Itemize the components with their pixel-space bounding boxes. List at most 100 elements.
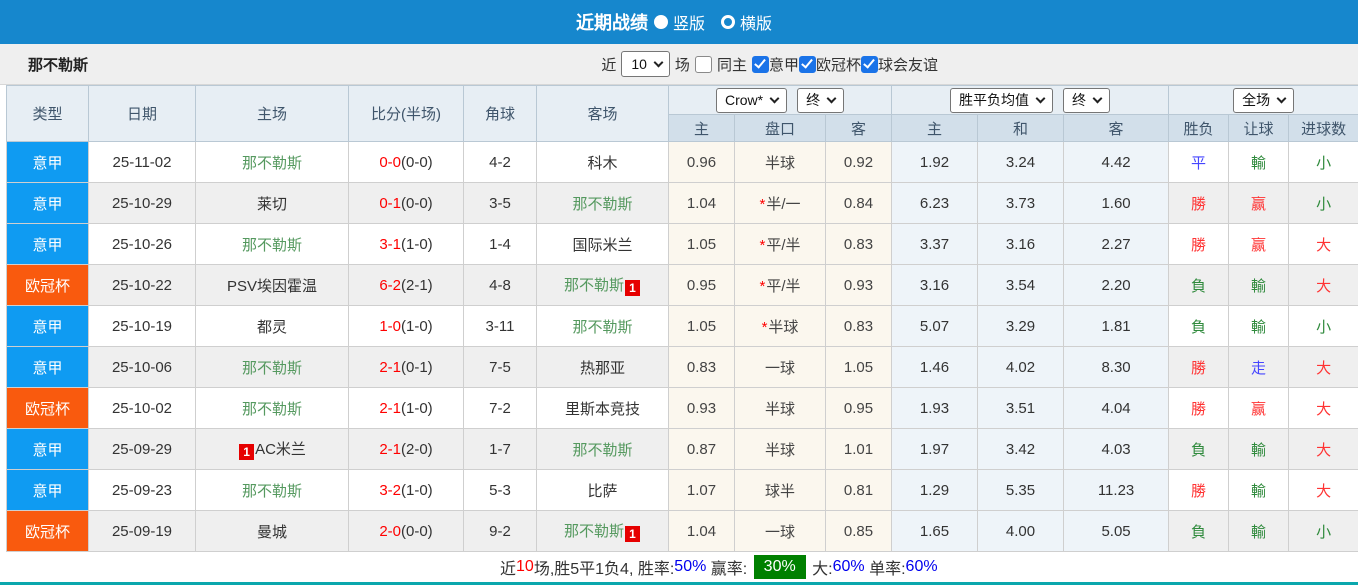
mean-draw-cell: 3.54 — [977, 264, 1065, 306]
scope-select[interactable]: 全场 — [1233, 87, 1295, 113]
odds-away-cell: 0.85 — [824, 510, 893, 552]
odds-away-cell: 1.05 — [824, 346, 893, 388]
home-team-cell[interactable]: 那不勒斯 — [195, 387, 349, 429]
away-team-cell[interactable]: 比萨 — [536, 469, 669, 511]
mean-group-header: 胜平负均值 终 — [891, 85, 1170, 115]
league-type-badge: 意甲 — [6, 182, 89, 224]
summary-segment: 赢率: — [706, 561, 752, 578]
away-team-cell[interactable]: 国际米兰 — [536, 223, 669, 265]
home-team-cell[interactable]: 1 AC米兰 — [195, 428, 349, 470]
home-team-cell[interactable]: 曼城 — [195, 510, 349, 552]
goals-result-cell: 大 — [1288, 346, 1358, 388]
league-type-badge: 意甲 — [6, 223, 89, 265]
handicap-cell: *平/半 — [734, 223, 826, 265]
date-cell: 25-10-06 — [88, 346, 196, 388]
radio-vertical-label[interactable]: 竖版 — [673, 10, 705, 34]
outcome-cell: 勝 — [1168, 387, 1230, 429]
mean-draw-cell: 4.02 — [977, 346, 1065, 388]
summary-text: 近 10 场,胜5平1负4, 胜率: 50% 赢率: 30% 大: 60% 单率: 60% — [500, 555, 938, 579]
mean-draw-cell: 3.42 — [977, 428, 1065, 470]
date-cell: 25-10-29 — [88, 182, 196, 224]
filter-controls: 近 10 场 同主 意甲 欧冠杯 球会友谊 — [601, 51, 938, 77]
mean-time-select[interactable]: 终 — [1063, 87, 1111, 113]
league-checkbox[interactable] — [751, 55, 769, 73]
chevron-down-icon — [1035, 93, 1046, 103]
home-team-cell[interactable]: PSV埃因霍温 — [195, 264, 349, 306]
odds-away-cell: 0.83 — [824, 305, 893, 347]
league-type-badge: 欧冠杯 — [6, 510, 89, 552]
mean-home-cell: 1.97 — [891, 428, 979, 470]
mean-away-cell: 8.30 — [1063, 346, 1170, 388]
goals-result-cell: 小 — [1288, 305, 1358, 347]
radio-horizontal-label[interactable]: 横版 — [740, 10, 772, 34]
outcome-cell: 勝 — [1168, 223, 1230, 265]
summary-segment: 大: — [807, 561, 833, 578]
handicap-cell: 半球 — [734, 141, 826, 183]
odds-company-select[interactable]: Crow* — [715, 87, 788, 113]
away-team-cell[interactable]: 热那亚 — [536, 346, 669, 388]
handicap-cell: *半球 — [734, 305, 826, 347]
mean-draw-cell: 3.16 — [977, 223, 1065, 265]
chevron-down-icon — [1276, 93, 1287, 103]
corner-cell: 7-5 — [463, 346, 537, 388]
outcome-cell: 勝 — [1168, 346, 1230, 388]
filter-bar: 那不勒斯 近 10 场 同主 意甲 欧冠杯 球会友谊 — [0, 44, 1358, 85]
goals-result-cell: 小 — [1288, 510, 1358, 552]
radio-vertical-layout[interactable] — [653, 15, 668, 29]
home-team-cell[interactable]: 那不勒斯 — [195, 141, 349, 183]
match-row: 意甲 25-09-29 1 AC米兰 2-1(2-0) 1-7 那不勒斯 0.87 半球 1.01… — [6, 428, 1358, 470]
results-table: 类型 日期 主场 比分(半场) 角球 客场 Crow* 终 胜平负均值 终 全场… — [6, 85, 1358, 552]
col-header-result: 胜负 — [1168, 114, 1230, 142]
league-checkbox[interactable] — [860, 55, 878, 73]
away-team-cell[interactable]: 里斯本竞技 — [536, 387, 669, 429]
away-team-cell[interactable]: 那不勒斯 1 — [536, 264, 669, 306]
mean-away-cell: 5.05 — [1063, 510, 1170, 552]
away-team-cell[interactable]: 那不勒斯 1 — [536, 510, 669, 552]
col-header-mean-away: 客 — [1063, 114, 1170, 142]
score-cell: 0-0(0-0) — [348, 141, 464, 183]
away-team-cell[interactable]: 科木 — [536, 141, 669, 183]
mean-home-cell: 5.07 — [891, 305, 979, 347]
home-team-cell[interactable]: 那不勒斯 — [195, 469, 349, 511]
score-cell: 6-2(2-1) — [348, 264, 464, 306]
mean-draw-cell: 3.51 — [977, 387, 1065, 429]
handicap-result-cell: 輸 — [1228, 141, 1290, 183]
away-team-cell[interactable]: 那不勒斯 — [536, 182, 669, 224]
col-header-goals: 进球数 — [1288, 114, 1358, 142]
league-checkbox[interactable] — [798, 55, 816, 73]
odds-away-cell: 0.95 — [824, 387, 893, 429]
recent-count-select[interactable]: 10 — [621, 51, 670, 77]
away-team-cell[interactable]: 那不勒斯 — [536, 428, 669, 470]
handicap-result-cell: 輸 — [1228, 510, 1290, 552]
odds-away-cell: 0.84 — [824, 182, 893, 224]
mean-type-select[interactable]: 胜平负均值 — [950, 87, 1054, 113]
home-team-cell[interactable]: 那不勒斯 — [195, 346, 349, 388]
outcome-cell: 勝 — [1168, 469, 1230, 511]
col-header-type: 类型 — [6, 85, 89, 142]
score-cell: 2-1(1-0) — [348, 387, 464, 429]
team-name: 那不勒斯 — [28, 56, 89, 74]
home-team-cell[interactable]: 都灵 — [195, 305, 349, 347]
radio-horizontal-layout[interactable] — [721, 15, 735, 29]
handicap-result-cell: 走 — [1228, 346, 1290, 388]
red-card-badge: 1 — [625, 280, 640, 296]
col-header-handicap-result: 让球 — [1228, 114, 1290, 142]
handicap-cell: 一球 — [734, 346, 826, 388]
score-cell: 3-2(1-0) — [348, 469, 464, 511]
home-team-cell[interactable]: 那不勒斯 — [195, 223, 349, 265]
date-cell: 25-09-19 — [88, 510, 196, 552]
league-type-badge: 欧冠杯 — [6, 264, 89, 306]
mean-away-cell: 11.23 — [1063, 469, 1170, 511]
away-team-cell[interactable]: 那不勒斯 — [536, 305, 669, 347]
goals-result-cell: 大 — [1288, 223, 1358, 265]
handicap-cell: 球半 — [734, 469, 826, 511]
odds-time-select[interactable]: 终 — [797, 87, 845, 113]
league-type-badge: 意甲 — [6, 305, 89, 347]
date-cell: 25-11-02 — [88, 141, 196, 183]
summary-segment: 近 — [500, 561, 517, 578]
odds-home-cell: 1.05 — [668, 305, 735, 347]
home-team-cell[interactable]: 莱切 — [195, 182, 349, 224]
col-header-score: 比分(半场) — [348, 85, 464, 142]
score-cell: 1-0(1-0) — [348, 305, 464, 347]
same-home-checkbox[interactable] — [694, 55, 712, 73]
